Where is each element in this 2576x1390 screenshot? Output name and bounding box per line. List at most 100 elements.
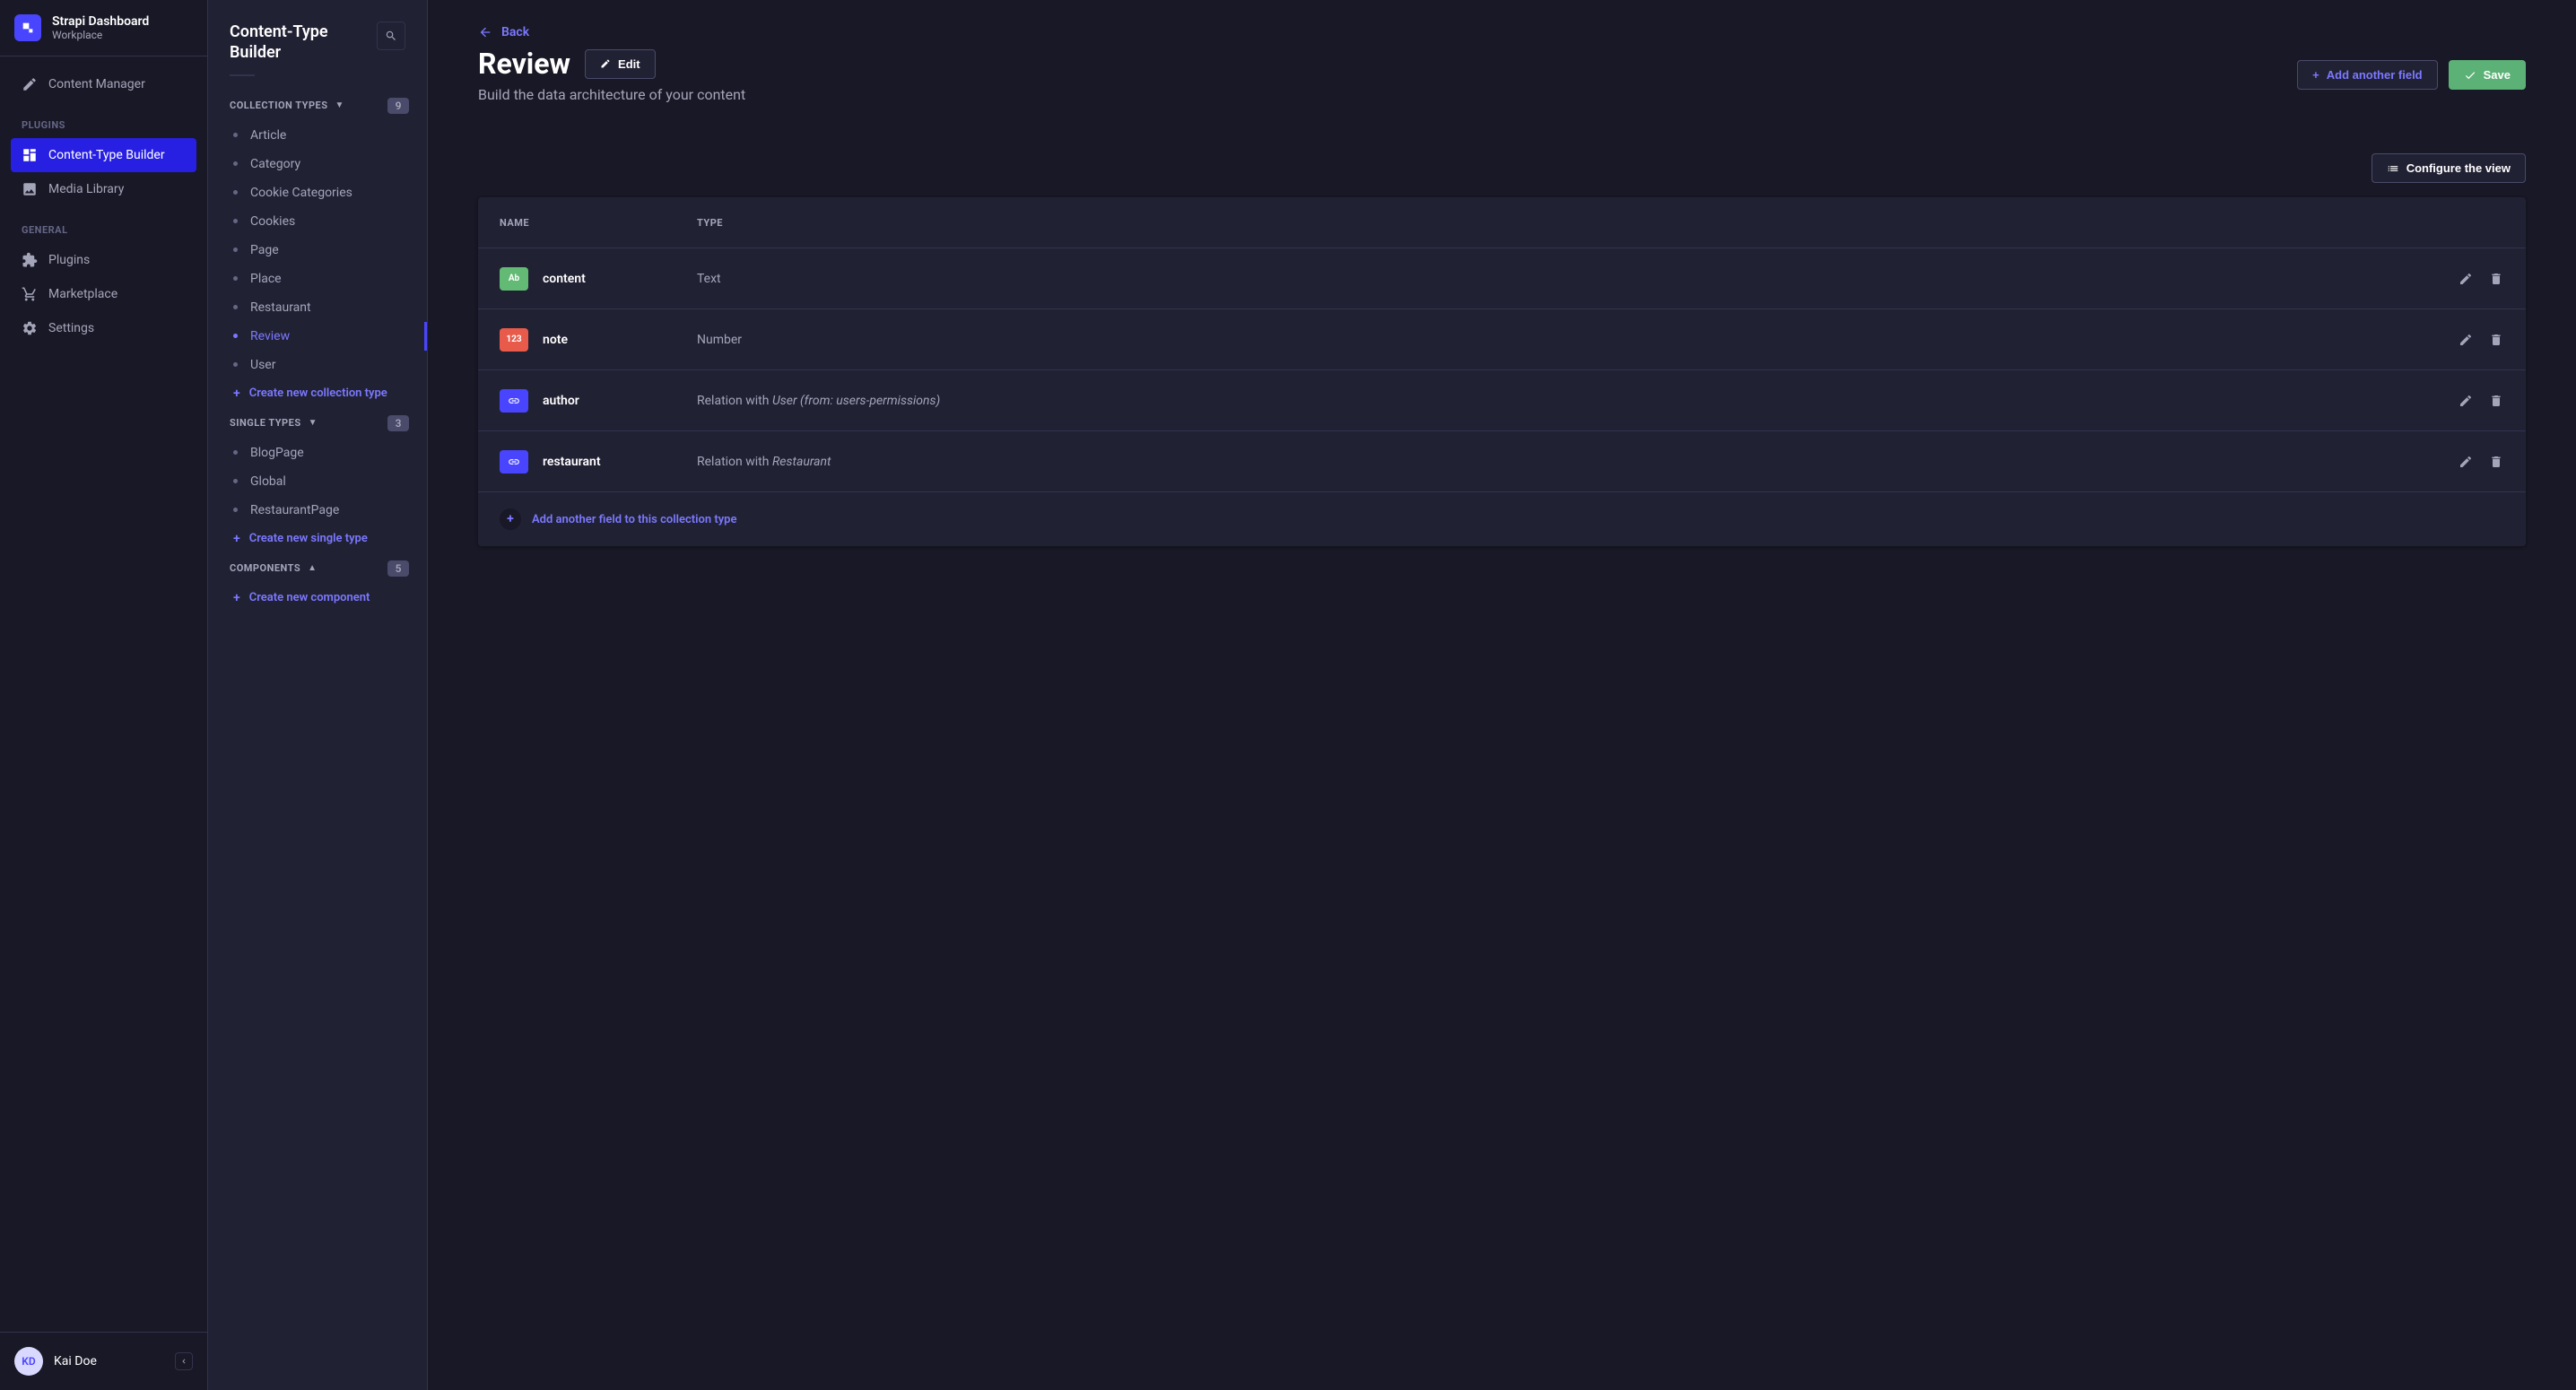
nav-plugins[interactable]: Plugins [11, 243, 196, 277]
table-row: AbcontentText [478, 248, 2526, 308]
delete-field-button[interactable] [2488, 271, 2504, 287]
collection-type-item[interactable]: User [208, 351, 427, 379]
cart-icon [22, 286, 38, 302]
edit-button[interactable]: Edit [585, 49, 656, 79]
plus-icon: + [233, 387, 240, 401]
brand-logo [14, 14, 41, 41]
delete-field-button[interactable] [2488, 393, 2504, 409]
plus-icon: + [233, 532, 240, 546]
table-row: restaurantRelation with Restaurant [478, 430, 2526, 491]
single-type-item[interactable]: Global [208, 467, 427, 496]
collection-type-item[interactable]: Place [208, 265, 427, 293]
avatar[interactable]: KD [14, 1347, 43, 1376]
collection-type-item[interactable]: Page [208, 236, 427, 265]
nav-marketplace[interactable]: Marketplace [11, 277, 196, 311]
collection-type-item[interactable]: Review [208, 322, 427, 351]
nav-content-type-builder[interactable]: Content-Type Builder [11, 138, 196, 172]
pen-icon [22, 76, 38, 92]
username: Kai Doe [54, 1354, 164, 1368]
add-field-row[interactable]: + Add another field to this collection t… [478, 491, 2526, 546]
field-type-icon [500, 450, 528, 473]
puzzle-icon [22, 252, 38, 268]
field-type: Number [697, 333, 2458, 347]
collection-type-item[interactable]: Restaurant [208, 293, 427, 322]
create-collection-type-link[interactable]: + Create new collection type [208, 379, 427, 408]
nav-label: Content Manager [48, 77, 145, 91]
components-header[interactable]: COMPONENTS ▲ 5 [208, 553, 427, 584]
create-label: Create new component [249, 591, 370, 604]
save-button[interactable]: Save [2449, 60, 2526, 90]
trash-icon [2489, 333, 2503, 347]
sidebar-primary: Strapi Dashboard Workplace Content Manag… [0, 0, 208, 1390]
trash-icon [2489, 394, 2503, 408]
brand-title: Strapi Dashboard [52, 14, 149, 29]
edit-field-button[interactable] [2458, 393, 2474, 409]
create-component-link[interactable]: + Create new component [208, 584, 427, 612]
nav-label: Settings [48, 321, 94, 335]
edit-label: Edit [618, 57, 640, 71]
field-type: Relation with Restaurant [697, 455, 2458, 469]
dot-icon [233, 219, 238, 223]
dot-icon [233, 190, 238, 195]
dot-icon [233, 450, 238, 455]
sidebar-secondary: Content-Type Builder COLLECTION TYPES ▼ … [208, 0, 428, 1390]
chevron-left-icon [179, 1357, 188, 1366]
brand-header: Strapi Dashboard Workplace [0, 0, 207, 56]
nav-label: Content-Type Builder [48, 148, 165, 162]
create-single-type-link[interactable]: + Create new single type [208, 525, 427, 553]
single-types-header[interactable]: SINGLE TYPES ▼ 3 [208, 408, 427, 439]
nav-media-library[interactable]: Media Library [11, 172, 196, 206]
nav-label: Plugins [48, 253, 90, 267]
dot-icon [233, 334, 238, 338]
strapi-icon [21, 21, 35, 35]
sidebar-footer: KD Kai Doe [0, 1332, 207, 1390]
trash-icon [2489, 455, 2503, 469]
edit-field-button[interactable] [2458, 271, 2474, 287]
pencil-icon [2459, 394, 2473, 408]
group-label: COMPONENTS [230, 562, 300, 574]
nav-settings[interactable]: Settings [11, 311, 196, 345]
delete-field-button[interactable] [2488, 332, 2504, 348]
delete-field-button[interactable] [2488, 454, 2504, 470]
field-name: content [543, 272, 586, 286]
back-label: Back [501, 25, 529, 39]
type-label: Article [250, 128, 286, 143]
add-another-field-button[interactable]: + Add another field [2297, 60, 2437, 90]
single-type-item[interactable]: BlogPage [208, 439, 427, 467]
collection-type-item[interactable]: Category [208, 150, 427, 178]
nav-content-manager[interactable]: Content Manager [11, 67, 196, 101]
field-name: note [543, 333, 568, 347]
check-icon [2464, 69, 2476, 82]
collection-type-item[interactable]: Article [208, 121, 427, 150]
image-icon [22, 181, 38, 197]
nav-section-plugins: PLUGINS [11, 112, 196, 138]
layout-icon [22, 147, 38, 163]
main-content: Back Review Edit Build the data architec… [428, 0, 2576, 1390]
nav-label: Media Library [48, 182, 124, 196]
gear-icon [22, 320, 38, 336]
chevron-up-icon: ▲ [308, 563, 317, 573]
dot-icon [233, 276, 238, 281]
collapse-sidebar-button[interactable] [175, 1352, 193, 1370]
type-label: Review [250, 329, 290, 343]
edit-field-button[interactable] [2458, 332, 2474, 348]
collection-types-header[interactable]: COLLECTION TYPES ▼ 9 [208, 91, 427, 121]
type-label: User [250, 358, 275, 372]
type-label: Global [250, 474, 286, 489]
pencil-icon [2459, 333, 2473, 347]
search-icon [385, 30, 397, 42]
collection-type-item[interactable]: Cookie Categories [208, 178, 427, 207]
back-link[interactable]: Back [478, 25, 2526, 39]
add-field-label: Add another field to this collection typ… [532, 513, 736, 526]
single-type-item[interactable]: RestaurantPage [208, 496, 427, 525]
dot-icon [233, 508, 238, 512]
type-label: RestaurantPage [250, 503, 339, 517]
type-label: Cookie Categories [250, 186, 352, 200]
search-button[interactable] [377, 22, 405, 50]
configure-view-button[interactable]: Configure the view [2371, 153, 2526, 183]
edit-field-button[interactable] [2458, 454, 2474, 470]
count-badge: 3 [387, 415, 409, 431]
dot-icon [233, 305, 238, 309]
chevron-down-icon: ▼ [335, 100, 344, 110]
collection-type-item[interactable]: Cookies [208, 207, 427, 236]
